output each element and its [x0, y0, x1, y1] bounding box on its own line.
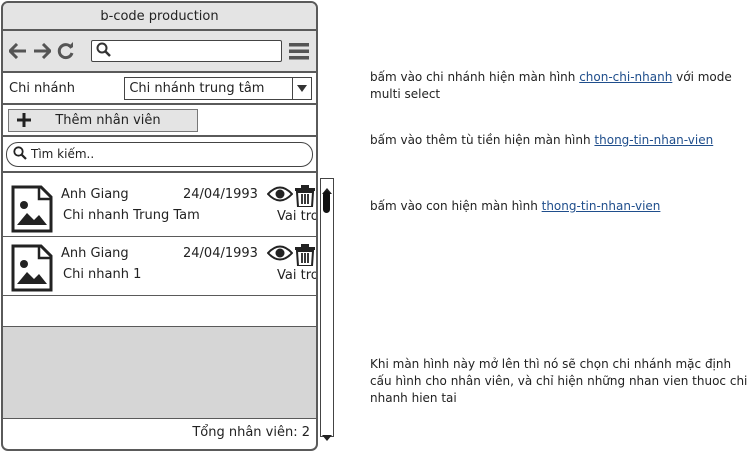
annotation-note: bấm vào thêm tù tiền hiện màn hình thong…: [370, 132, 750, 149]
note-text: Khi màn hình này mở lên thì nó sẽ chọn c…: [370, 357, 748, 405]
link-thong-tin-nhan-vien[interactable]: thong-tin-nhan-vien: [594, 133, 713, 147]
branch-filter-row: Chi nhánh Chi nhánh trung tâm: [3, 73, 316, 105]
eye-icon[interactable]: [266, 244, 294, 266]
browser-toolbar: [3, 31, 316, 73]
note-text: bấm vào thêm tù tiền hiện màn hình: [370, 133, 595, 147]
list-empty-area: [3, 327, 316, 419]
image-placeholder-icon: [11, 185, 53, 237]
employee-name: Anh Giang: [61, 187, 129, 202]
list-scrollbar[interactable]: [320, 178, 334, 441]
search-icon: [96, 42, 111, 61]
trash-icon[interactable]: [295, 244, 315, 270]
scroll-down-icon[interactable]: [322, 427, 332, 441]
back-arrow-icon[interactable]: [9, 42, 27, 60]
eye-icon[interactable]: [266, 185, 294, 207]
list-item[interactable]: Anh Giang 24/04/1993 Chi nhanh 1 Vai tro: [3, 238, 318, 296]
search-row: Tìm kiếm..: [3, 137, 316, 173]
annotation-note: bấm vào con hiện màn hình thong-tin-nhan…: [370, 198, 750, 215]
note-text: bấm vào con hiện màn hình: [370, 199, 542, 213]
list-empty-space: [3, 297, 316, 327]
search-input[interactable]: Tìm kiếm..: [6, 141, 313, 167]
list-item[interactable]: Anh Giang 24/04/1993 Chi nhanh Trung Tam…: [3, 179, 318, 237]
forward-arrow-icon[interactable]: [33, 42, 51, 60]
window-title: b-code production: [3, 3, 316, 31]
scroll-thumb[interactable]: [323, 191, 330, 213]
employee-name: Anh Giang: [61, 246, 129, 261]
branch-select[interactable]: Chi nhánh trung tâm: [124, 76, 312, 100]
branch-select-value: Chi nhánh trung tâm: [129, 80, 265, 96]
trash-icon[interactable]: [295, 185, 315, 211]
image-placeholder-icon: [11, 244, 53, 296]
branch-label: Chi nhánh: [9, 80, 75, 96]
employee-role: Vai tro: [277, 268, 318, 283]
note-text: bấm vào chi nhánh hiện màn hình: [370, 70, 580, 84]
search-placeholder: Tìm kiếm..: [31, 147, 95, 161]
employee-date: 24/04/1993: [183, 246, 258, 261]
employee-list: Anh Giang 24/04/1993 Chi nhanh Trung Tam…: [3, 177, 318, 449]
link-chon-chi-nhanh[interactable]: chon-chi-nhanh: [579, 70, 672, 84]
employee-branch: Chi nhanh Trung Tam: [63, 208, 200, 223]
mobile-frame: b-code production Chi nhánh Chi nhánh tr…: [1, 1, 318, 451]
scroll-up-icon[interactable]: [322, 180, 332, 194]
search-icon: [13, 145, 27, 163]
add-row: Thêm nhân viên: [3, 105, 316, 137]
annotation-note: bấm vào chi nhánh hiện màn hình chon-chi…: [370, 69, 750, 103]
plus-icon: [9, 113, 39, 127]
link-thong-tin-nhan-vien[interactable]: thong-tin-nhan-vien: [542, 199, 661, 213]
hamburger-menu-icon[interactable]: [288, 42, 310, 60]
refresh-icon[interactable]: [57, 42, 75, 60]
employee-total: Tổng nhân viên: 2: [192, 425, 310, 440]
chevron-down-icon: [292, 77, 311, 99]
annotation-note: Khi màn hình này mở lên thì nó sẽ chọn c…: [370, 356, 750, 407]
add-employee-button[interactable]: Thêm nhân viên: [8, 108, 198, 132]
url-input[interactable]: [91, 40, 282, 62]
employee-branch: Chi nhanh 1: [63, 267, 142, 282]
add-employee-label: Thêm nhân viên: [55, 112, 161, 128]
employee-role: Vai tro: [277, 209, 318, 224]
employee-date: 24/04/1993: [183, 187, 258, 202]
